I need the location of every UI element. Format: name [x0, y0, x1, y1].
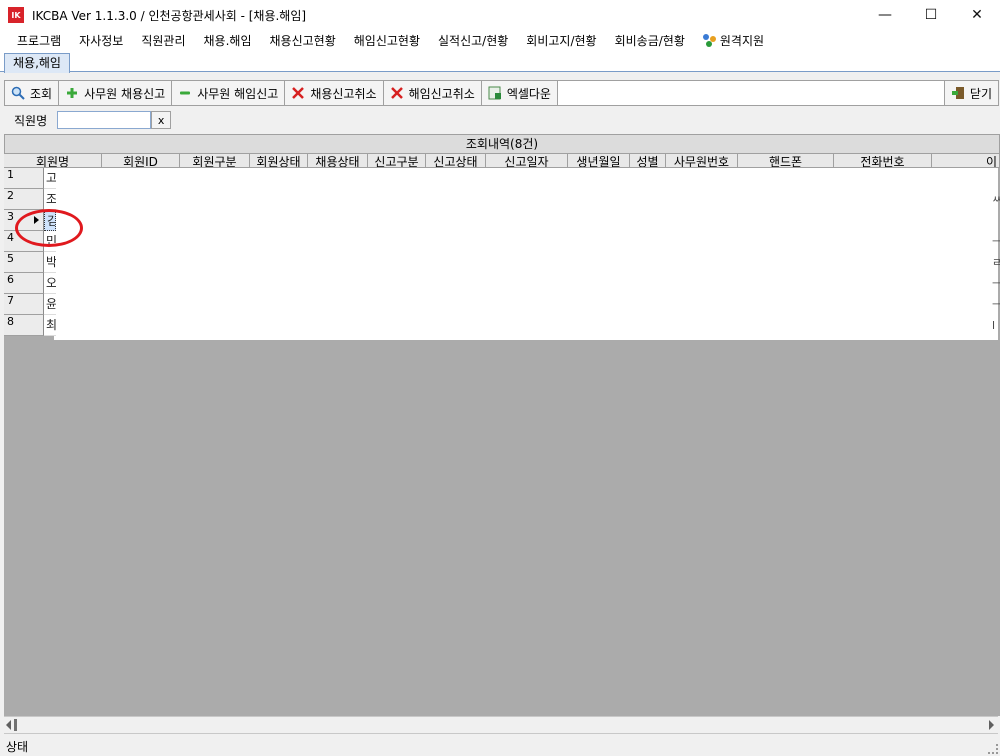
table-cell-member-name[interactable]: 윤 [44, 294, 56, 315]
hire-report-label: 사무원 채용신고 [84, 86, 166, 101]
search-button[interactable]: 조회 [4, 80, 60, 106]
column-header-report-date[interactable]: 신고일자 [486, 154, 568, 167]
row-header[interactable]: 8 [4, 315, 44, 336]
scroll-right-arrow-icon[interactable] [989, 720, 994, 730]
menu-remote-support[interactable]: 원격지원 [694, 30, 773, 52]
staff-name-input[interactable] [57, 111, 152, 129]
table-cell-truncated [992, 168, 1000, 189]
cancel-hire-button[interactable]: 채용신고취소 [284, 80, 384, 106]
plus-icon [65, 86, 79, 100]
hire-report-button[interactable]: 사무원 채용신고 [58, 80, 173, 106]
column-header-member-id[interactable]: 회원ID [102, 154, 180, 167]
excel-download-label: 엑셀다운 [506, 86, 551, 101]
title-bar: IK IKCBA Ver 1.1.3.0 / 인천공항관세사회 - [채용.해임… [0, 0, 1000, 30]
staff-name-label: 직원명 [14, 113, 48, 128]
minus-icon [178, 86, 192, 100]
tab-strip: 채용,해임 [0, 52, 1000, 73]
menu-bar: 프로그램 자사정보 직원관리 채용.해임 채용신고현황 해임신고현황 실적신고/… [0, 30, 1000, 52]
horizontal-scrollbar[interactable] [4, 716, 998, 734]
toolbar-spacer [556, 80, 945, 106]
table-cell-truncated: ㅡ [992, 298, 1000, 311]
table-cell-member-name[interactable]: 조 [44, 189, 56, 210]
red-x-icon [390, 86, 404, 100]
row-header[interactable]: 1 [4, 168, 44, 189]
window-controls: — ☐ ✕ [862, 0, 1000, 30]
column-header-member-type[interactable]: 회원구분 [180, 154, 250, 167]
dismiss-report-label: 사무원 해임신고 [197, 86, 279, 101]
column-header-report-status[interactable]: 신고상태 [426, 154, 486, 167]
table-cell-truncated: ㅡ [992, 277, 1000, 290]
row-header[interactable]: 5 [4, 252, 44, 273]
annotation-red-circle [15, 209, 83, 247]
column-header-report-type[interactable]: 신고구분 [368, 154, 426, 167]
menu-program[interactable]: 프로그램 [8, 30, 70, 52]
cancel-dismiss-label: 해임신고취소 [408, 86, 475, 101]
status-text: 상태 [6, 740, 29, 754]
column-header-member-name[interactable]: 회원명 [4, 154, 102, 167]
table-cell-member-name[interactable]: 박 [44, 252, 56, 273]
column-header-mobile[interactable]: 핸드폰 [738, 154, 834, 167]
app-logo-icon: IK [8, 7, 24, 23]
red-x-icon [291, 86, 305, 100]
row-header[interactable]: 6 [4, 273, 44, 294]
row-number: 3 [7, 210, 14, 223]
close-screen-label: 닫기 [969, 86, 992, 101]
tab-hire-dismiss[interactable]: 채용,해임 [4, 53, 70, 73]
row-header[interactable]: 7 [4, 294, 44, 315]
grid-caption: 조회내역(8건) [4, 134, 1000, 154]
window-title: IKCBA Ver 1.1.3.0 / 인천공항관세사회 - [채용.해임] [32, 8, 307, 23]
column-header-phone[interactable]: 전화번호 [834, 154, 932, 167]
column-header-member-status[interactable]: 회원상태 [250, 154, 308, 167]
menu-fee-remittance[interactable]: 회비송금/현황 [606, 30, 694, 52]
menu-performance-report[interactable]: 실적신고/현황 [429, 30, 517, 52]
table-cell-truncated: ㅆ [992, 193, 1000, 206]
column-header-hire-status[interactable]: 채용상태 [308, 154, 368, 167]
menu-company-info[interactable]: 자사정보 [70, 30, 132, 52]
dismiss-report-button[interactable]: 사무원 해임신고 [171, 80, 286, 106]
scroll-left-arrow-icon[interactable] [6, 720, 11, 730]
table-cell-truncated [992, 210, 1000, 231]
table-cell-truncated: l [992, 319, 996, 332]
exit-door-icon [951, 86, 965, 100]
row-header[interactable]: 2 [4, 189, 44, 210]
table-cell-member-name[interactable]: 최 [44, 315, 56, 336]
status-bar: 상태 [0, 738, 1000, 756]
column-header-gender[interactable]: 성별 [630, 154, 666, 167]
table-cell-truncated: ㄹ [992, 256, 1000, 269]
table-cell-member-name[interactable]: 고 [44, 168, 56, 189]
resize-grip-icon[interactable] [988, 744, 998, 754]
menu-dismiss-report-status[interactable]: 해임신고현황 [345, 30, 429, 52]
menu-staff-management[interactable]: 직원관리 [132, 30, 194, 52]
excel-icon [488, 86, 502, 100]
column-header-birth-date[interactable]: 생년월일 [568, 154, 630, 167]
column-header-staff-number[interactable]: 사무원번호 [666, 154, 738, 167]
menu-remote-label: 원격지원 [719, 34, 765, 48]
table-cell-truncated: ㅡ [992, 235, 1000, 248]
clear-search-button[interactable]: x [151, 111, 172, 129]
grid-body: 1 고 2 조 ㅆ 3 김 4 민 ㅡ 5 박 ㄹ 6 오 ㅡ 7 윤 ㅡ 8 … [4, 168, 1000, 716]
maximize-button[interactable]: ☐ [908, 0, 954, 30]
toolbar: 조회 사무원 채용신고 사무원 해임신고 채용신고취소 해임신고취소 엑셀다운 [4, 80, 999, 106]
magnifier-icon [11, 86, 25, 100]
grid-header: 회원명 회원ID 회원구분 회원상태 채용상태 신고구분 신고상태 신고일자 생… [4, 154, 1000, 168]
cancel-hire-label: 채용신고취소 [310, 86, 377, 101]
search-button-label: 조회 [30, 86, 53, 101]
close-screen-button[interactable]: 닫기 [943, 80, 999, 106]
table-cell-member-name[interactable]: 오 [44, 273, 56, 294]
column-header-truncated[interactable]: 이 [932, 154, 1000, 167]
grid-rows-area [54, 168, 998, 340]
close-window-button[interactable]: ✕ [954, 0, 1000, 30]
scroll-thumb[interactable] [14, 719, 17, 731]
menu-fee-notice[interactable]: 회비고지/현황 [517, 30, 605, 52]
excel-download-button[interactable]: 엑셀다운 [480, 80, 558, 106]
menu-hire-report-status[interactable]: 채용신고현황 [261, 30, 345, 52]
remote-support-icon [702, 34, 717, 48]
cancel-dismiss-button[interactable]: 해임신고취소 [382, 80, 482, 106]
search-row: 직원명 x [0, 108, 1000, 132]
minimize-button[interactable]: — [862, 0, 908, 30]
menu-hire-dismiss[interactable]: 채용.해임 [195, 30, 261, 52]
